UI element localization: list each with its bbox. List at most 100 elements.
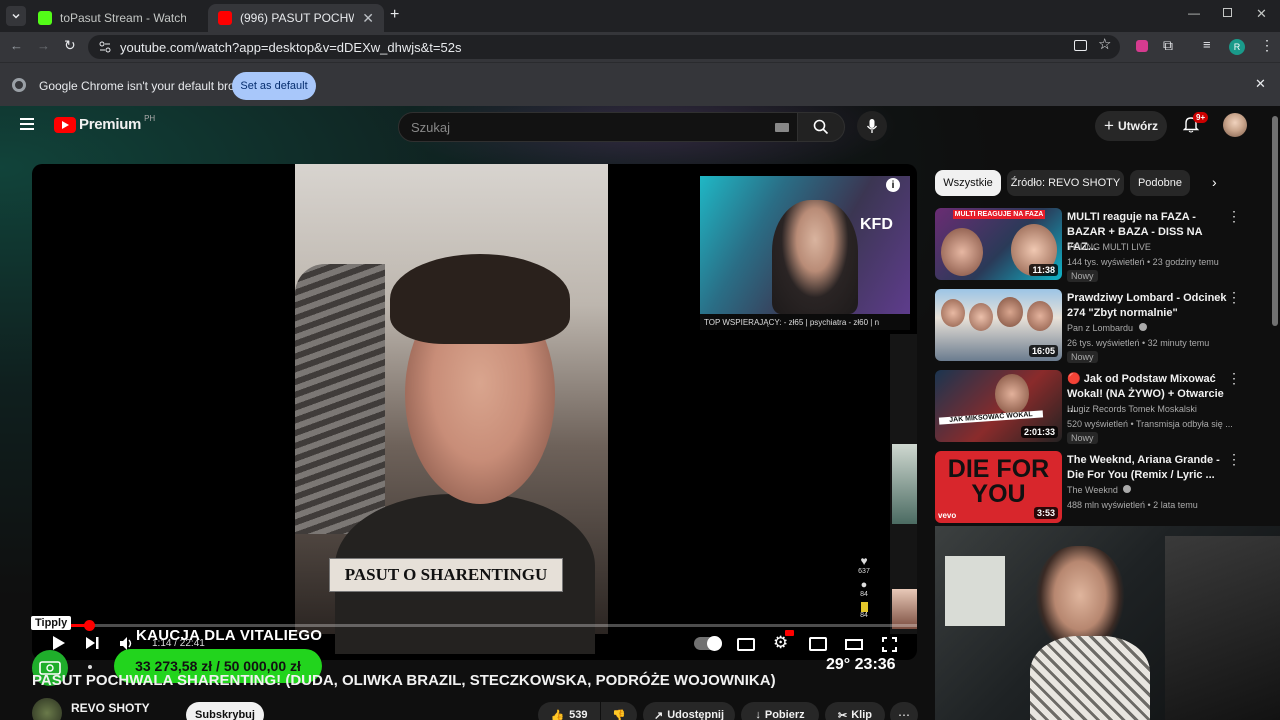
recommendation-item[interactable]: JAK MIKSOWAĆ WOKAL 2:01:33 🔴 Jak od Pods… bbox=[935, 370, 1265, 446]
next-button[interactable] bbox=[86, 637, 99, 649]
dislike-button[interactable]: 👎 bbox=[601, 702, 637, 720]
address-bar[interactable]: youtube.com/watch?app=desktop&v=dDEXw_dh… bbox=[88, 35, 1120, 59]
notification-badge: 9+ bbox=[1193, 112, 1209, 123]
more-options-icon[interactable]: ⋮ bbox=[1227, 208, 1241, 225]
tab-title: toPasut Stream - Watch Live on Kick bbox=[60, 11, 186, 25]
tab-search-button[interactable] bbox=[6, 6, 26, 26]
chips-next-icon[interactable]: › bbox=[1212, 174, 1217, 190]
video-thumbnail[interactable]: JAK MIKSOWAĆ WOKAL 2:01:33 bbox=[935, 370, 1062, 442]
minimize-window-button[interactable]: — bbox=[1188, 6, 1200, 20]
create-label: Utwórz bbox=[1117, 119, 1158, 133]
restore-window-button[interactable] bbox=[1223, 8, 1232, 17]
chip-source[interactable]: Źródło: REVO SHOTY bbox=[1007, 170, 1124, 196]
bookmark-star-icon[interactable]: ☆ bbox=[1098, 35, 1111, 53]
recommendation-item[interactable]: DIE FOR YOU vevo 3:53 The Weeknd, Ariana… bbox=[935, 451, 1265, 527]
clip-button[interactable]: ✂ Klip bbox=[825, 702, 885, 720]
channel-name[interactable]: The Weeknd bbox=[1067, 485, 1132, 495]
site-info-icon[interactable] bbox=[98, 40, 112, 54]
comment-icon[interactable]: ● bbox=[854, 579, 874, 591]
like-button[interactable]: 👍 539 bbox=[538, 702, 600, 720]
youtube-logo[interactable]: Premium PH bbox=[54, 114, 155, 133]
browser-toolbar: ← → ↻ youtube.com/watch?app=desktop&v=dD… bbox=[0, 32, 1280, 62]
create-button[interactable]: + Utwórz bbox=[1095, 111, 1167, 141]
webcam-person bbox=[772, 200, 858, 314]
account-avatar[interactable] bbox=[1223, 113, 1247, 137]
more-actions-button[interactable]: ⋯ bbox=[890, 702, 918, 720]
tab-kick[interactable]: toPasut Stream - Watch Live on Kick bbox=[28, 4, 208, 32]
reload-button[interactable]: ↻ bbox=[64, 37, 76, 54]
more-options-icon[interactable]: ⋮ bbox=[1227, 289, 1241, 306]
search-input[interactable]: Szukaj bbox=[398, 112, 798, 142]
hamburger-menu-icon[interactable] bbox=[20, 118, 34, 130]
close-tab-icon[interactable]: ✕ bbox=[362, 10, 374, 27]
fullscreen-button[interactable] bbox=[882, 637, 897, 652]
share-button[interactable]: ↗ Udostępnij bbox=[643, 702, 735, 720]
bookmark-icon[interactable] bbox=[860, 602, 868, 612]
chrome-menu-icon[interactable]: ⋮ bbox=[1260, 37, 1274, 54]
channel-name[interactable]: Hugiz Records Tomek Moskalski bbox=[1067, 404, 1197, 414]
chip-all[interactable]: Wszystkie bbox=[935, 170, 1001, 196]
extensions-puzzle-icon[interactable]: ⧉ bbox=[1163, 37, 1173, 54]
channel-name[interactable]: YOUNG MULTI LIVE bbox=[1067, 242, 1151, 252]
media-control-icon[interactable]: ≡ bbox=[1203, 37, 1211, 52]
voice-search-button[interactable] bbox=[857, 111, 887, 141]
keyboard-icon[interactable] bbox=[775, 123, 789, 132]
theater-mode-button[interactable] bbox=[845, 639, 863, 650]
weather-clock: 29° 23:36 bbox=[826, 656, 896, 673]
download-label: Pobierz bbox=[764, 709, 805, 720]
clip-label: Klip bbox=[851, 709, 872, 720]
channel-name-text: Pan z Lombardu bbox=[1067, 323, 1134, 333]
streamer-webcam: KFD i bbox=[700, 176, 910, 314]
profile-avatar[interactable]: R bbox=[1229, 39, 1245, 55]
autoplay-toggle[interactable] bbox=[694, 636, 722, 651]
set-as-default-button[interactable]: Set as default bbox=[232, 72, 316, 100]
tab-youtube[interactable]: (996) PASUT POCHWALA SHARENTING ✕ bbox=[208, 4, 384, 32]
heart-icon[interactable]: ♥ bbox=[854, 554, 874, 568]
video-title[interactable]: Prawdziwy Lombard - Odcinek 274 "Zbyt no… bbox=[1067, 291, 1235, 321]
chair-graphic bbox=[295, 264, 385, 534]
side-action-icons: ♥ 637 ● 84 84 bbox=[854, 524, 874, 619]
new-tab-button[interactable]: + bbox=[390, 6, 399, 24]
video-duration: 16:05 bbox=[1028, 345, 1058, 357]
close-window-button[interactable]: ✕ bbox=[1256, 6, 1267, 22]
share-label: Udostępnij bbox=[667, 709, 725, 720]
download-button[interactable]: ↓ Pobierz bbox=[741, 702, 819, 720]
new-badge: Nowy bbox=[1067, 351, 1098, 363]
video-caption: PASUT O SHARENTINGU bbox=[329, 558, 563, 592]
profile-initial: R bbox=[1233, 42, 1241, 52]
scissors-icon: ✂ bbox=[838, 709, 848, 720]
share-icon: ↗ bbox=[653, 709, 664, 720]
video-player[interactable]: PASUT O SHARENTINGU KFD i TOP WSPIERAJĄC… bbox=[32, 164, 917, 660]
subtitles-button[interactable] bbox=[737, 638, 755, 651]
forward-button[interactable]: → bbox=[37, 38, 50, 53]
extension-icon[interactable] bbox=[1136, 40, 1148, 52]
recommendation-item[interactable]: 16:05 Prawdziwy Lombard - Odcinek 274 "Z… bbox=[935, 289, 1265, 365]
subscribe-button[interactable]: Subskrybuj bbox=[186, 702, 264, 720]
channel-name[interactable]: REVO SHOTY bbox=[71, 701, 150, 715]
more-options-icon[interactable]: ⋮ bbox=[1227, 370, 1241, 387]
search-button[interactable] bbox=[797, 112, 845, 142]
settings-button[interactable]: ⚙ bbox=[773, 630, 794, 653]
goal-title: KAUCJA DLA VITALIEGO bbox=[136, 627, 323, 644]
back-button[interactable]: ← bbox=[10, 38, 23, 53]
video-thumbnail[interactable]: DIE FOR YOU vevo 3:53 bbox=[935, 451, 1062, 523]
progress-scrubber[interactable] bbox=[83, 620, 95, 631]
play-button[interactable] bbox=[52, 636, 65, 650]
chevron-down-icon bbox=[12, 13, 20, 19]
more-options-icon[interactable]: ⋮ bbox=[1227, 451, 1241, 468]
miniplayer-button[interactable] bbox=[809, 637, 827, 651]
video-thumbnail[interactable]: MULTI REAGUJE NA FAZA 11:38 bbox=[935, 208, 1062, 280]
chip-related[interactable]: Podobne bbox=[1130, 170, 1190, 196]
video-meta: 520 wyświetleń • Transmisja odbyła się .… bbox=[1067, 419, 1233, 429]
install-app-icon[interactable] bbox=[1074, 40, 1087, 51]
notifications-button[interactable]: 9+ bbox=[1183, 112, 1209, 133]
recommendation-item[interactable]: MULTI REAGUJE NA FAZA 11:38 MULTI reaguj… bbox=[935, 208, 1265, 284]
info-icon[interactable]: i bbox=[886, 178, 900, 192]
video-thumbnail[interactable]: 16:05 bbox=[935, 289, 1062, 361]
search-icon bbox=[813, 119, 829, 135]
channel-name[interactable]: Pan z Lombardu bbox=[1067, 323, 1147, 333]
close-infobar-icon[interactable]: ✕ bbox=[1255, 76, 1266, 92]
channel-avatar[interactable] bbox=[32, 698, 62, 720]
video-title[interactable]: The Weeknd, Ariana Grande - Die For You … bbox=[1067, 453, 1235, 483]
page-scrollbar[interactable] bbox=[1272, 116, 1278, 326]
